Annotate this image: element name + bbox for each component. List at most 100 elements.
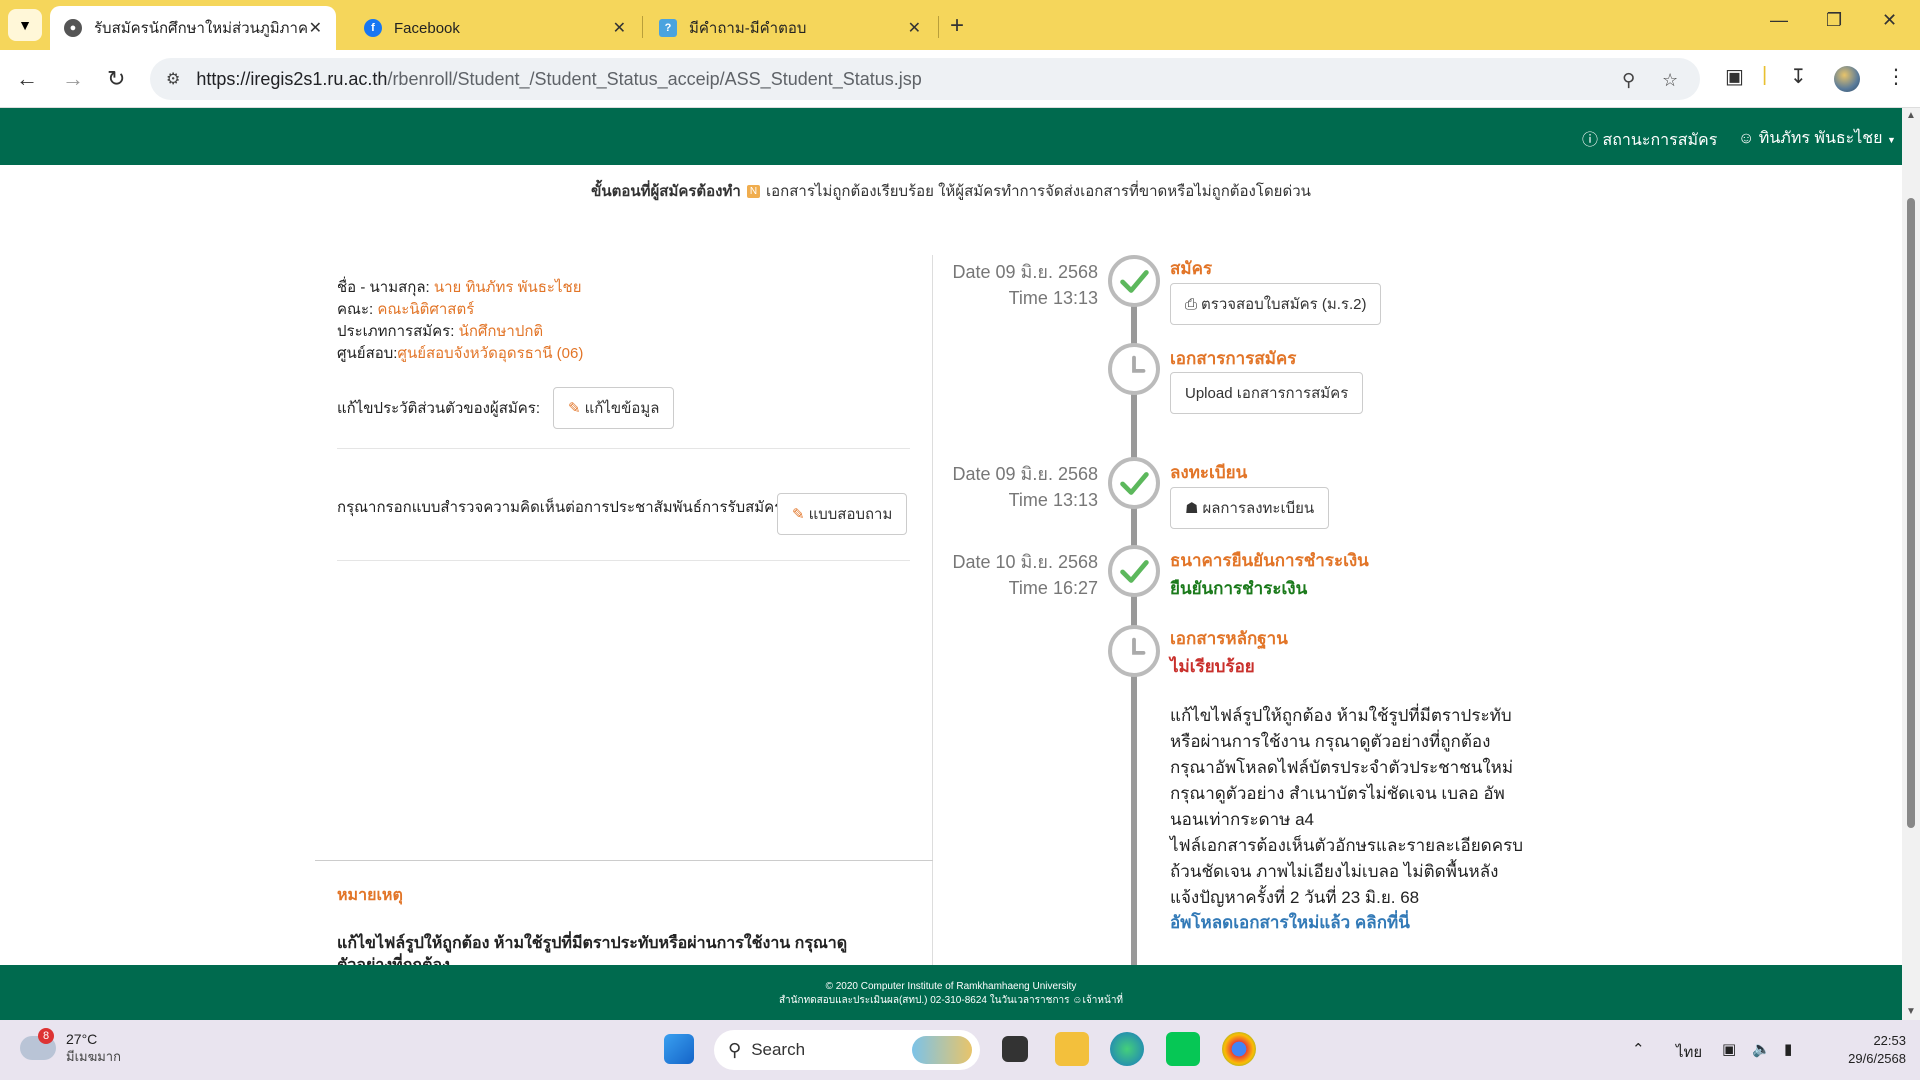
volume-icon[interactable]: 🔈 bbox=[1752, 1040, 1771, 1058]
language-indicator[interactable]: ไทย bbox=[1676, 1040, 1702, 1064]
divider bbox=[337, 560, 910, 561]
clock-icon bbox=[1108, 343, 1160, 395]
zoom-icon[interactable]: ⚲ bbox=[1622, 70, 1635, 91]
remark-divider bbox=[315, 860, 933, 861]
chrome-icon[interactable] bbox=[1222, 1032, 1256, 1066]
close-icon[interactable]: ✕ bbox=[613, 18, 626, 38]
restore-icon[interactable]: ❐ bbox=[1826, 10, 1842, 31]
cloud-icon: 8 bbox=[20, 1028, 56, 1060]
applicant-info: ชื่อ - นามสกุล: นาย ทินภัทร พันธะไชย คณะ… bbox=[337, 277, 583, 365]
address-bar[interactable]: ⚙ https://iregis2s1.ru.ac.th/rbenroll/St… bbox=[150, 58, 1700, 100]
edit-profile-label: แก้ไขประวัติส่วนตัวของผู้สมัคร: bbox=[337, 400, 541, 417]
extensions-icon[interactable]: ▣ bbox=[1725, 64, 1744, 89]
window-close-icon[interactable]: ✕ bbox=[1882, 10, 1897, 31]
type-row: ประเภทการสมัคร: นักศึกษาปกติ bbox=[337, 323, 544, 340]
caret-down-icon: ▼ bbox=[1887, 135, 1896, 145]
site-navbar: ⓘ สถานะการสมัคร ☺ ทินภัทร พันธะไชย ▼ bbox=[0, 108, 1902, 165]
bookmark-star-icon[interactable]: ☆ bbox=[1662, 70, 1678, 91]
more-menu-icon[interactable]: ⋮ bbox=[1886, 64, 1906, 89]
file-explorer-icon[interactable] bbox=[1055, 1032, 1089, 1066]
page-content: ขั้นตอนที่ผู้สมัครต้องทำ N เอกสารไม่ถูกต้อ… bbox=[0, 165, 1902, 965]
site-info-icon[interactable]: ⚙ bbox=[166, 69, 180, 89]
action-notice: ขั้นตอนที่ผู้สมัครต้องทำ N เอกสารไม่ถูกต้อ… bbox=[591, 183, 1311, 200]
edit-icon: ✎ bbox=[568, 400, 581, 417]
network-icon[interactable]: ▣ bbox=[1722, 1040, 1736, 1058]
toolbar-divider: | bbox=[1762, 64, 1768, 86]
globe-icon: ● bbox=[64, 19, 82, 37]
tab-title: มีคำถาม-มีคำตอบ bbox=[689, 20, 807, 37]
close-icon[interactable]: ✕ bbox=[908, 18, 921, 38]
reload-icon[interactable]: ↻ bbox=[107, 66, 125, 92]
new-tab-icon[interactable]: + bbox=[950, 12, 964, 40]
url-text[interactable]: https://iregis2s1.ru.ac.th/rbenroll/Stud… bbox=[196, 69, 921, 90]
faculty-row: คณะ: คณะนิติศาสตร์ bbox=[337, 301, 475, 318]
new-badge: N bbox=[746, 185, 761, 198]
scrollbar-thumb[interactable] bbox=[1907, 198, 1915, 828]
nav-status-link[interactable]: ⓘ สถานะการสมัคร bbox=[1582, 126, 1717, 153]
tab-facebook[interactable]: f Facebook ✕ bbox=[350, 6, 640, 50]
profile-avatar[interactable] bbox=[1834, 66, 1860, 92]
survey-label: กรุณากรอกแบบสำรวจความคิดเห็นต่อการประชาส… bbox=[337, 499, 783, 516]
line-icon[interactable] bbox=[1166, 1032, 1200, 1066]
tab-strip: ▼ ● รับสมัครนักศึกษาใหม่ส่วนภูมิภาค ✕ f … bbox=[0, 0, 1920, 50]
search-icon: ⚲ bbox=[728, 1039, 742, 1060]
check-icon bbox=[1108, 545, 1160, 597]
check-application-button[interactable]: ⎙ ตรวจสอบใบสมัคร (ม.ร.2) bbox=[1170, 283, 1382, 325]
notification-badge: 8 bbox=[38, 1028, 54, 1044]
tab-title: รับสมัครนักศึกษาใหม่ส่วนภูมิภาค bbox=[94, 20, 309, 37]
nav-user-dropdown[interactable]: ☺ ทินภัทร พันธะไชย ▼ bbox=[1738, 126, 1896, 151]
back-icon[interactable]: ← bbox=[16, 66, 38, 92]
chevron-up-icon[interactable]: ⌃ bbox=[1632, 1040, 1645, 1058]
tab-qa[interactable]: ? มีคำถาม-มีคำตอบ ✕ bbox=[645, 6, 935, 50]
scroll-down-icon: ▼ bbox=[1906, 1006, 1916, 1017]
taskbar-search[interactable]: ⚲ Search bbox=[714, 1030, 980, 1070]
staff-link[interactable]: ☺เจ้าหน้าที่ bbox=[1072, 995, 1123, 1006]
page-scrollbar[interactable]: ▲ ▼ bbox=[1902, 108, 1920, 1020]
minimize-icon[interactable]: — bbox=[1770, 10, 1788, 31]
registration-result-button[interactable]: ☗ ผลการลงทะเบียน bbox=[1170, 487, 1330, 529]
facebook-icon: f bbox=[364, 19, 382, 37]
evidence-status: ไม่เรียบร้อย bbox=[1170, 657, 1255, 676]
edit-profile-button[interactable]: ✎ แก้ไขข้อมูล bbox=[553, 387, 675, 429]
close-icon[interactable]: ✕ bbox=[309, 18, 322, 38]
survey-button[interactable]: ✎ แบบสอบถาม bbox=[777, 493, 908, 535]
clock-icon bbox=[1108, 625, 1160, 677]
name-row: ชื่อ - นามสกุล: นาย ทินภัทร พันธะไชย bbox=[337, 279, 582, 296]
tab-active[interactable]: ● รับสมัครนักศึกษาใหม่ส่วนภูมิภาค ✕ bbox=[50, 6, 336, 50]
forward-icon[interactable]: → bbox=[62, 66, 84, 92]
apply-date: Date 09 มิ.ย. 2568 Time 13:13 bbox=[952, 262, 1098, 308]
site-footer: © 2020 Computer Institute of Ramkhamhaen… bbox=[0, 965, 1902, 1020]
column-divider bbox=[932, 255, 933, 965]
scroll-up-icon: ▲ bbox=[1906, 110, 1916, 121]
tab-search-button[interactable]: ▼ bbox=[8, 9, 42, 41]
search-highlight-icon bbox=[912, 1036, 972, 1064]
taskbar: 8 27°C มีเมฆมาก ⚲ Search ⌃ ไทย ▣ 🔈 ▮ 22:… bbox=[0, 1020, 1920, 1080]
edit-icon: ✎ bbox=[792, 506, 805, 523]
step-register-title: ลงทะเบียน bbox=[1170, 463, 1248, 482]
task-view-icon[interactable] bbox=[1002, 1036, 1028, 1062]
question-icon: ? bbox=[659, 19, 677, 37]
divider bbox=[337, 448, 910, 449]
print-icon: ⎙ bbox=[1185, 296, 1198, 313]
user-icon: ☺ bbox=[1072, 995, 1083, 1006]
tab-separator bbox=[938, 16, 939, 38]
step-payment-title: ธนาคารยืนยันการชำระเงิน bbox=[1170, 551, 1369, 570]
battery-icon[interactable]: ▮ bbox=[1784, 1040, 1792, 1058]
step-docs-title: เอกสารการสมัคร bbox=[1170, 349, 1297, 368]
windows-start-icon[interactable] bbox=[664, 1034, 694, 1064]
user-icon: ☺ bbox=[1738, 130, 1755, 147]
weather-widget[interactable]: 8 27°C มีเมฆมาก bbox=[20, 1028, 121, 1066]
upload-docs-button[interactable]: Upload เอกสารการสมัคร bbox=[1170, 372, 1364, 414]
payment-date: Date 10 มิ.ย. 2568 Time 16:27 bbox=[952, 552, 1098, 598]
remark-body: แก้ไขไฟล์รูปให้ถูกต้อง ห้ามใช้รูปที่มีตร… bbox=[337, 935, 848, 965]
register-date: Date 09 มิ.ย. 2568 Time 13:13 bbox=[952, 464, 1098, 510]
reupload-link[interactable]: อัพโหลดเอกสารใหม่แล้ว คลิกที่นี่ bbox=[1170, 909, 1410, 936]
system-clock[interactable]: 22:53 29/6/2568 bbox=[1824, 1032, 1906, 1068]
check-icon bbox=[1108, 255, 1160, 307]
edge-icon[interactable] bbox=[1110, 1032, 1144, 1066]
download-icon[interactable]: ↧ bbox=[1790, 64, 1807, 89]
step-apply-title: สมัคร bbox=[1170, 259, 1213, 278]
info-icon: ⓘ bbox=[1582, 132, 1599, 149]
evidence-description: แก้ไขไฟล์รูปให้ถูกต้อง ห้ามใช้รูปที่มีตร… bbox=[1170, 706, 1523, 907]
tab-title: Facebook bbox=[394, 19, 460, 37]
